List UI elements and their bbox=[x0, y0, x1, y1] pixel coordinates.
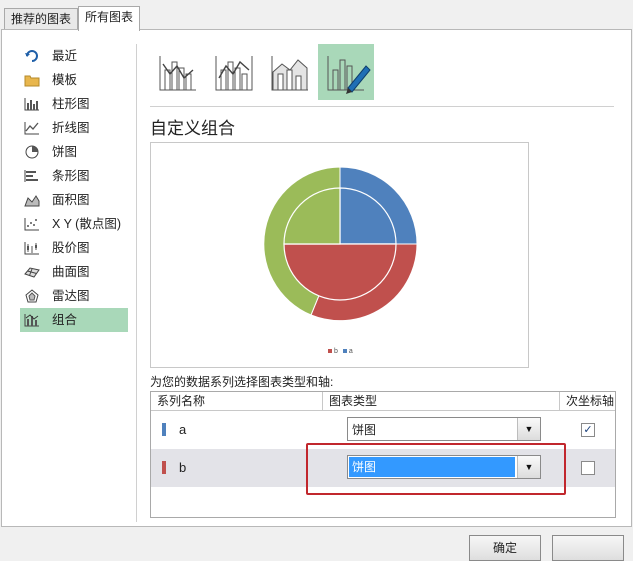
folder-icon bbox=[24, 75, 40, 87]
recent-arrow-icon bbox=[25, 50, 38, 62]
stock-chart-icon bbox=[24, 242, 39, 255]
chart-preview: b a bbox=[150, 142, 529, 368]
sidebar-item-column[interactable]: 柱形图 bbox=[20, 92, 128, 116]
sidebar-item-label: X Y (散点图) bbox=[52, 217, 121, 231]
sidebar-item-surface[interactable]: 曲面图 bbox=[20, 260, 128, 284]
pie-preview-chart bbox=[263, 166, 418, 322]
subtype-column-line-secondary-axis[interactable] bbox=[206, 44, 262, 100]
ok-button[interactable]: 确定 bbox=[469, 535, 541, 561]
series-name: a bbox=[179, 422, 187, 437]
series-prompt: 为您的数据系列选择图表类型和轴: bbox=[150, 375, 334, 389]
chart-type-tabs: 推荐的图表 所有图表 bbox=[0, 0, 633, 31]
bar-chart-icon bbox=[24, 170, 38, 182]
secondary-axis-checkbox-b[interactable] bbox=[581, 461, 595, 475]
legend-label-b: b bbox=[334, 348, 338, 355]
subtype-stacked-area-column[interactable] bbox=[262, 44, 318, 100]
sidebar-item-label: 最近 bbox=[52, 49, 78, 63]
legend-label-a: a bbox=[348, 348, 353, 355]
header-chart-type: 图表类型 bbox=[322, 392, 377, 410]
header-secondary-axis: 次坐标轴 bbox=[559, 392, 614, 410]
tab-all-charts[interactable]: 所有图表 bbox=[78, 6, 141, 31]
chart-legend: b a bbox=[325, 348, 353, 355]
pie-chart-icon bbox=[25, 145, 39, 159]
stacked-area-clustered-column-icon bbox=[271, 56, 308, 91]
legend-swatch-a bbox=[342, 349, 347, 353]
surface-chart-icon bbox=[24, 267, 40, 278]
series-grid-header: 系列名称 图表类型 次坐标轴 bbox=[151, 392, 615, 411]
clustered-column-line-icon bbox=[159, 56, 196, 91]
sidebar-item-label: 组合 bbox=[52, 313, 78, 327]
sidebar-item-label: 折线图 bbox=[52, 121, 90, 135]
sidebar-item-label: 条形图 bbox=[52, 169, 90, 183]
sidebar-item-templates[interactable]: 模板 bbox=[20, 68, 128, 92]
combo-subtype-gallery bbox=[150, 44, 616, 100]
sidebar-item-stock[interactable]: 股价图 bbox=[20, 236, 128, 260]
area-chart-icon bbox=[24, 195, 40, 207]
header-series-name: 系列名称 bbox=[157, 394, 206, 408]
sidebar-item-area[interactable]: 面积图 bbox=[20, 188, 128, 212]
cancel-button[interactable] bbox=[552, 535, 624, 561]
sidebar-item-label: 面积图 bbox=[52, 193, 90, 207]
sidebar-item-recent[interactable]: 最近 bbox=[20, 44, 128, 68]
series-color-swatch bbox=[162, 461, 166, 474]
highlight-annotation-box bbox=[306, 443, 566, 495]
scatter-chart-icon bbox=[24, 218, 39, 231]
combo-chart-icon bbox=[24, 314, 39, 327]
chart-category-list: 最近 模板 柱形图 折线图 饼图 条形图 面积图 X Y (散点图) 股价图 曲… bbox=[20, 44, 128, 332]
gallery-divider bbox=[150, 106, 614, 107]
sidebar-item-scatter[interactable]: X Y (散点图) bbox=[20, 212, 128, 236]
radar-chart-icon bbox=[25, 289, 39, 303]
clustered-column-line-secondary-axis-icon bbox=[215, 56, 253, 91]
sidebar-item-label: 饼图 bbox=[52, 145, 78, 159]
secondary-axis-checkbox-a[interactable]: ✓ bbox=[581, 423, 595, 437]
chart-type-select-a[interactable]: 饼图 ▼ bbox=[347, 417, 541, 441]
chevron-down-icon[interactable]: ▼ bbox=[517, 418, 540, 440]
sidebar-item-line[interactable]: 折线图 bbox=[20, 116, 128, 140]
series-name: b bbox=[179, 460, 187, 475]
sidebar-item-bar[interactable]: 条形图 bbox=[20, 164, 128, 188]
sidebar-item-radar[interactable]: 雷达图 bbox=[20, 284, 128, 308]
chart-type-value: 饼图 bbox=[352, 423, 377, 437]
sidebar-divider bbox=[136, 44, 137, 522]
legend-swatch-b bbox=[328, 349, 332, 353]
sidebar-item-label: 雷达图 bbox=[52, 289, 90, 303]
series-color-swatch bbox=[162, 423, 166, 436]
sidebar-item-label: 模板 bbox=[52, 73, 78, 87]
sidebar-item-pie[interactable]: 饼图 bbox=[20, 140, 128, 164]
sidebar-item-combo[interactable]: 组合 bbox=[20, 308, 128, 332]
chart-type-title: 自定义组合 bbox=[150, 119, 235, 138]
line-chart-icon bbox=[24, 122, 39, 135]
subtype-custom-combination[interactable] bbox=[318, 44, 374, 100]
sidebar-item-label: 柱形图 bbox=[52, 97, 90, 111]
custom-combination-icon bbox=[327, 56, 371, 94]
sidebar-item-label: 股价图 bbox=[52, 241, 90, 255]
sidebar-item-label: 曲面图 bbox=[52, 265, 90, 279]
subtype-clustered-column-line[interactable] bbox=[150, 44, 206, 100]
tab-recommended-charts[interactable]: 推荐的图表 bbox=[4, 8, 79, 30]
column-chart-icon bbox=[24, 98, 39, 111]
